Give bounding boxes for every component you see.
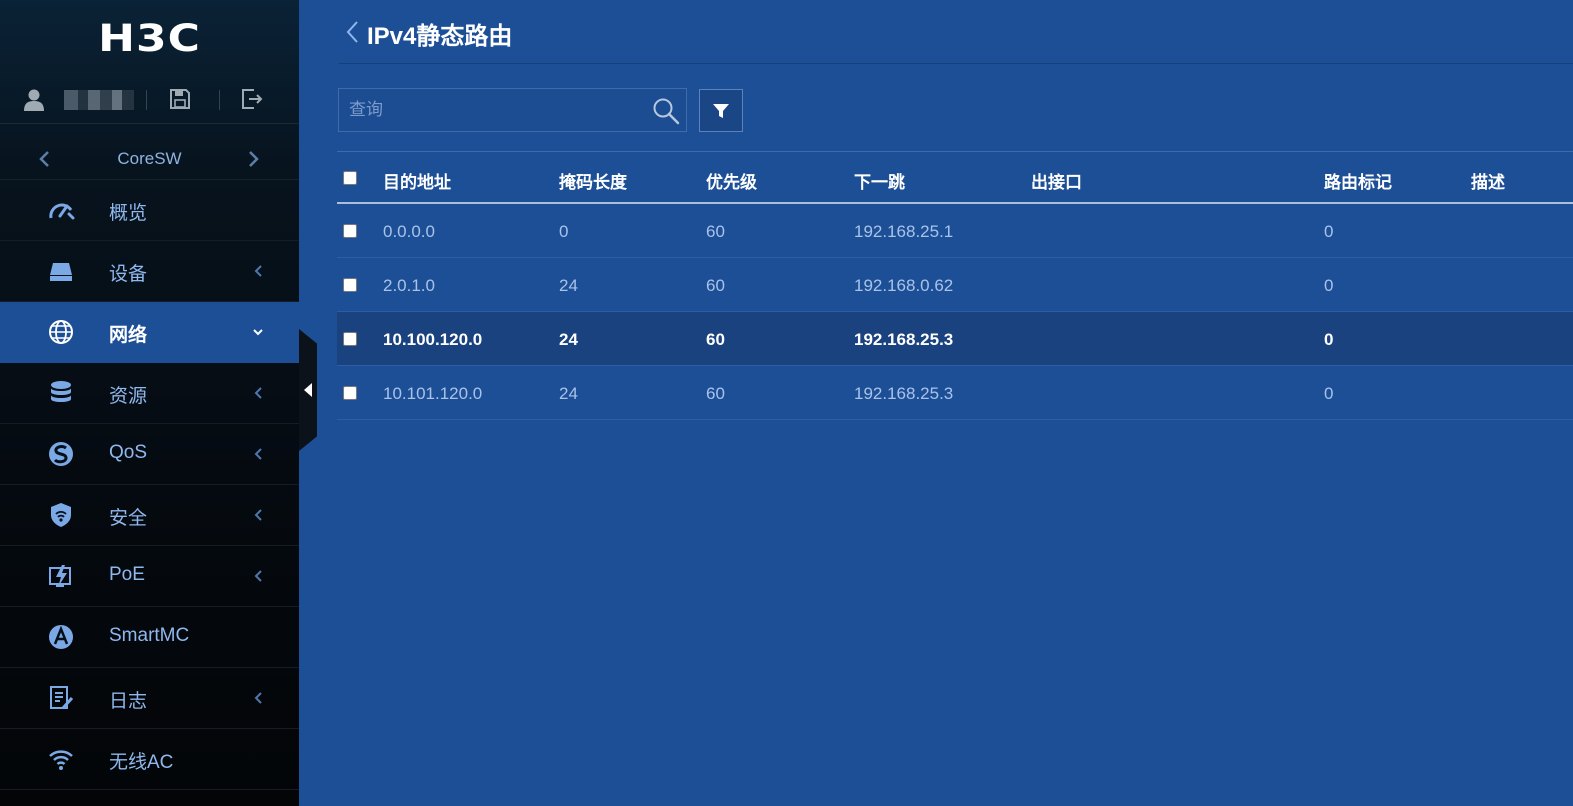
cell-preference: 60 — [706, 384, 725, 403]
page-header: IPv4静态路由 — [339, 0, 1573, 64]
cell-preference: 60 — [706, 276, 725, 295]
sidebar-item-label: 无线AC — [109, 752, 174, 773]
sidebar-item-label: 概览 — [109, 203, 148, 224]
column-header-next-hop[interactable]: 下一跳 — [854, 168, 905, 193]
filter-icon — [713, 104, 729, 118]
sidebar-item-label: 设备 — [109, 264, 148, 285]
table-row[interactable]: 0.0.0.0 0 60 192.168.25.1 0 — [337, 204, 1573, 258]
cell-preference: 60 — [706, 222, 725, 241]
row-checkbox[interactable] — [343, 278, 357, 292]
chevron-left-icon — [254, 509, 262, 521]
save-icon[interactable] — [169, 88, 191, 110]
table-header: 目的地址 掩码长度 优先级 下一跳 出接口 路由标记 描述 — [337, 152, 1573, 204]
routes-table: 目的地址 掩码长度 优先级 下一跳 出接口 路由标记 描述 0.0.0.0 0 … — [337, 151, 1573, 420]
column-header-mask-length[interactable]: 掩码长度 — [559, 168, 627, 193]
table-row[interactable]: 10.101.120.0 24 60 192.168.25.3 0 — [337, 366, 1573, 420]
logout-icon[interactable] — [240, 88, 264, 110]
device-icon — [50, 263, 72, 281]
table-row[interactable]: 2.0.1.0 24 60 192.168.0.62 0 — [337, 258, 1573, 312]
search-box — [338, 88, 687, 132]
sidebar-item-label: 安全 — [109, 508, 148, 529]
cell-preference: 60 — [706, 330, 725, 349]
search-input[interactable] — [339, 89, 639, 131]
chevron-down-icon — [253, 329, 263, 336]
main-content: IPv4静态路由 目的地址 掩码长度 优先级 下一跳 出接口 路由标记 描述 0… — [299, 0, 1573, 806]
sidebar-item-label: 资源 — [109, 386, 148, 407]
sidebar-item-label: QoS — [109, 442, 148, 463]
smartmc-icon — [49, 625, 73, 649]
sidebar-item-log[interactable]: 日志 — [0, 668, 299, 729]
device-switcher: CoreSW — [0, 138, 299, 180]
poe-icon — [49, 565, 71, 587]
table-row-highlighted[interactable]: 10.100.120.0 24 60 192.168.25.3 0 — [337, 312, 1573, 366]
sidebar-item-qos[interactable]: QoS — [0, 424, 299, 485]
cell-next-hop: 192.168.0.62 — [854, 276, 954, 295]
cell-route-tag: 0 — [1324, 276, 1334, 295]
sidebar-item-poe[interactable]: PoE — [0, 546, 299, 607]
chevron-left-icon — [254, 570, 262, 582]
sidebar: H3C CoreSW 概览 设备 网络 资源 QoS 安全 PoE SmartM… — [0, 0, 299, 806]
user-bar — [0, 78, 299, 124]
cell-route-tag: 0 — [1324, 384, 1334, 403]
sidebar-item-device[interactable]: 设备 — [0, 241, 299, 302]
sidebar-item-resources[interactable]: 资源 — [0, 363, 299, 424]
gauge-icon — [49, 203, 75, 220]
brand-logo: H3C — [98, 16, 201, 61]
log-icon — [50, 686, 74, 710]
page-title: IPv4静态路由 — [367, 23, 513, 50]
globe-icon — [49, 320, 73, 344]
divider — [219, 90, 220, 110]
cell-destination: 2.0.1.0 — [383, 276, 435, 295]
chevron-left-icon — [254, 692, 262, 704]
sidebar-item-label: 网络 — [109, 325, 148, 346]
qos-icon — [49, 442, 73, 466]
column-header-preference[interactable]: 优先级 — [706, 168, 757, 193]
sidebar-item-network[interactable]: 网络 — [0, 302, 299, 363]
user-icon[interactable] — [23, 88, 45, 112]
cell-next-hop: 192.168.25.3 — [854, 330, 954, 349]
column-header-interface[interactable]: 出接口 — [1031, 168, 1082, 193]
row-checkbox[interactable] — [343, 386, 357, 400]
divider — [146, 90, 147, 110]
chevron-left-icon — [254, 448, 262, 460]
wifi-icon — [49, 750, 73, 770]
back-arrow-icon[interactable] — [345, 20, 359, 44]
database-icon — [51, 381, 71, 402]
cell-mask-length: 24 — [559, 384, 578, 403]
sidebar-item-security[interactable]: 安全 — [0, 485, 299, 546]
cell-route-tag: 0 — [1324, 330, 1334, 349]
chevron-left-icon — [254, 265, 262, 277]
column-header-description[interactable]: 描述 — [1471, 168, 1505, 193]
cell-next-hop: 192.168.25.3 — [854, 384, 954, 403]
sidebar-item-label: PoE — [109, 564, 145, 585]
sidebar-nav: 概览 设备 网络 资源 QoS 安全 PoE SmartMC 日志 无线AC — [0, 180, 299, 790]
cell-route-tag: 0 — [1324, 222, 1334, 241]
search-icon[interactable] — [652, 97, 680, 125]
chevron-left-icon — [254, 387, 262, 399]
filter-button[interactable] — [699, 89, 743, 132]
column-header-destination[interactable]: 目的地址 — [383, 168, 451, 193]
next-device-arrow-icon[interactable] — [246, 150, 260, 168]
sidebar-item-label: SmartMC — [109, 625, 190, 646]
cell-next-hop: 192.168.25.1 — [854, 222, 954, 241]
sidebar-item-smartmc[interactable]: SmartMC — [0, 607, 299, 668]
cell-destination: 0.0.0.0 — [383, 222, 435, 241]
row-checkbox[interactable] — [343, 224, 357, 238]
row-checkbox[interactable] — [343, 332, 357, 346]
cell-mask-length: 24 — [559, 276, 578, 295]
column-header-route-tag[interactable]: 路由标记 — [1324, 168, 1392, 193]
cell-mask-length: 24 — [559, 330, 578, 349]
cell-destination: 10.101.120.0 — [383, 384, 483, 403]
username-redacted — [64, 90, 134, 110]
sidebar-item-label: 日志 — [109, 691, 148, 712]
sidebar-item-overview[interactable]: 概览 — [0, 180, 299, 241]
cell-destination: 10.100.120.0 — [383, 330, 483, 349]
sidebar-item-wireless-ac[interactable]: 无线AC — [0, 729, 299, 790]
shield-icon — [51, 503, 71, 527]
select-all-checkbox[interactable] — [343, 171, 357, 185]
cell-mask-length: 0 — [559, 222, 569, 241]
